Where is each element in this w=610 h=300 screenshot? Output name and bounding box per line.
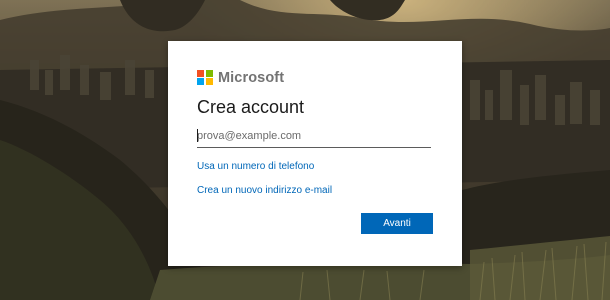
sign-up-card: Microsoft Crea account Usa un numero di … xyxy=(168,41,462,266)
microsoft-logo-icon xyxy=(197,69,213,86)
create-new-email-link[interactable]: Crea un nuovo indirizzo e-mail xyxy=(197,185,332,196)
logo-square-blue xyxy=(197,78,204,85)
next-button[interactable]: Avanti xyxy=(361,213,433,234)
use-phone-number-link[interactable]: Usa un numero di telefono xyxy=(197,161,314,172)
logo-square-green xyxy=(205,69,213,77)
logo-square-yellow xyxy=(205,78,213,85)
brand-name: Microsoft xyxy=(218,69,285,86)
page-title: Crea account xyxy=(197,97,305,117)
logo-square-red xyxy=(197,69,204,77)
text-caret xyxy=(197,129,198,142)
brand-header: Microsoft xyxy=(197,69,284,86)
email-input[interactable] xyxy=(197,125,431,148)
